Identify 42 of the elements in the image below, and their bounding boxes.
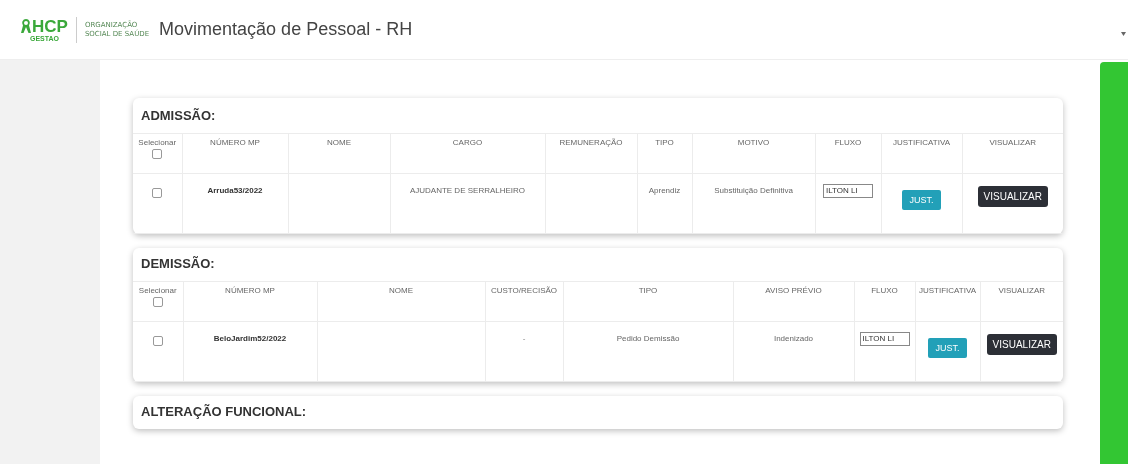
column-header: FLUXO — [871, 286, 898, 295]
select-all-checkbox[interactable] — [152, 149, 163, 159]
column-header: Selecionar — [137, 138, 178, 147]
row-checkbox[interactable] — [152, 336, 163, 346]
column-header: VISUALIZAR — [998, 286, 1046, 295]
column-header: AVISO PRÉVIO — [765, 286, 822, 295]
logo-text: HCP — [32, 17, 68, 35]
flow-input-field[interactable]: ILTON LI — [823, 183, 873, 198]
column-header: CUSTO/RECISÃO — [490, 286, 558, 295]
column-header: NOME — [327, 138, 351, 147]
column-header: NÚMERO MP — [225, 286, 275, 295]
table-cell: AJUDANTE DE SERRALHEIRO — [409, 186, 526, 195]
section-title: ADMISSÃO: — [140, 107, 217, 125]
section-title: ALTERAÇÃO FUNCIONAL: — [140, 403, 308, 421]
column-header: VISUALIZAR — [989, 138, 1037, 147]
table-cell: Pedido Demissão — [616, 334, 680, 343]
page-title: Movimentação de Pessoal - RH — [159, 19, 413, 40]
table-cell: Aprendiz — [648, 186, 681, 195]
column-header: MOTIVO — [737, 138, 770, 147]
column-header: JUSTIFICATIVA — [892, 138, 950, 147]
ribbon-icon — [20, 18, 32, 34]
flow-input-field[interactable]: ILTON LI — [859, 331, 910, 346]
column-header: TIPO — [638, 286, 658, 295]
column-header: TIPO — [655, 138, 674, 147]
column-header: CARGO — [452, 138, 483, 147]
view-button[interactable]: VISUALIZAR — [977, 186, 1048, 207]
row-checkbox[interactable] — [152, 188, 163, 198]
table-cell: Arruda53/2022 — [207, 186, 263, 195]
table-cell: BeloJardim52/2022 — [213, 334, 287, 343]
select-all-checkbox[interactable] — [152, 297, 163, 307]
column-header: NOME — [389, 286, 413, 295]
column-header: Selecionar — [137, 286, 178, 295]
column-header: REMUNERAÇÃO — [559, 138, 623, 147]
view-button[interactable]: VISUALIZAR — [986, 334, 1057, 355]
column-header: FLUXO — [834, 138, 862, 147]
column-header: NÚMERO MP — [210, 138, 260, 147]
table-cell: Substituição Definitiva — [714, 186, 793, 195]
table-cell: Indenizado — [773, 334, 814, 343]
section-title: DEMISSÃO: — [140, 255, 216, 273]
table-cell: - — [522, 334, 526, 343]
caret-icon[interactable] — [1121, 32, 1126, 36]
column-header: JUSTIFICATIVA — [918, 286, 976, 295]
